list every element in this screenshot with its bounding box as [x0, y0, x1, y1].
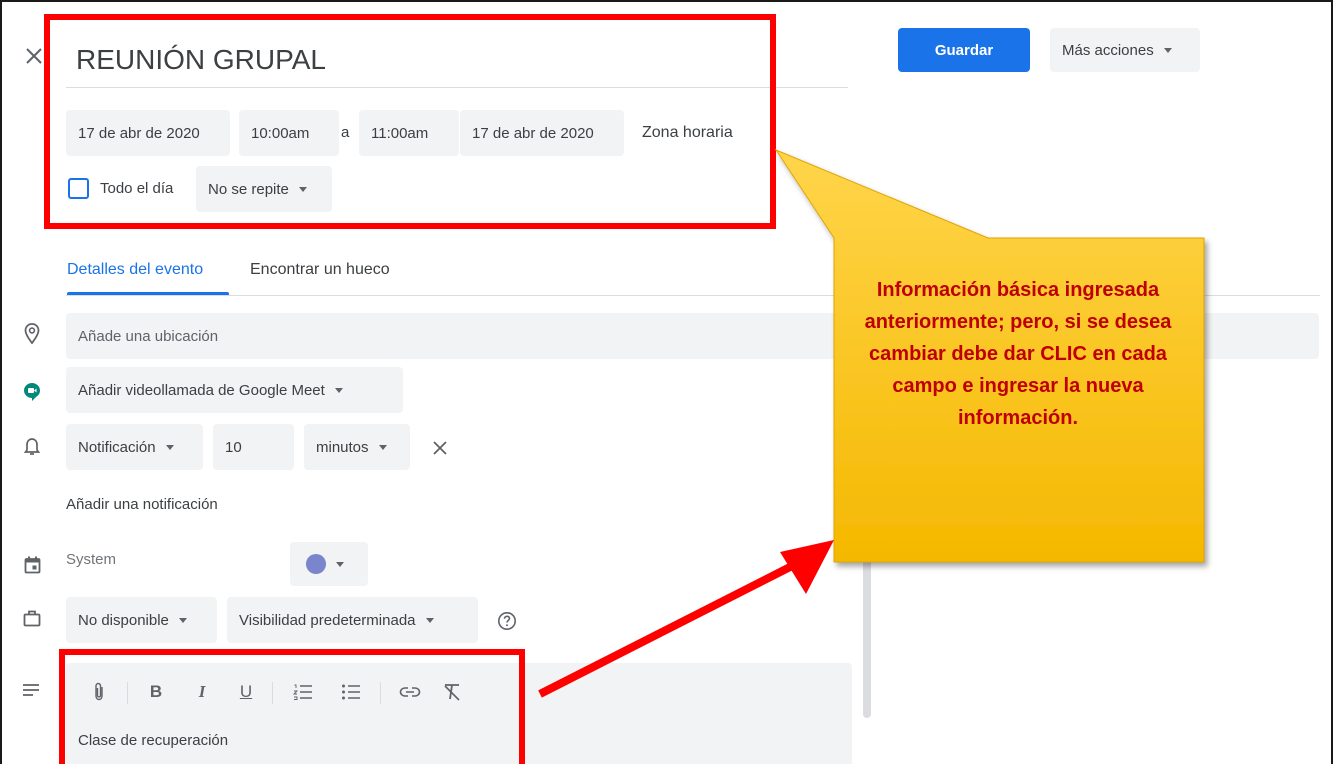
add-meet-dropdown[interactable]: Añadir videollamada de Google Meet [66, 367, 403, 413]
close-icon[interactable] [20, 42, 48, 70]
clear-format-icon[interactable] [440, 680, 464, 704]
event-title-text: REUNIÓN GRUPAL [76, 44, 326, 75]
availability-dropdown[interactable]: No disponible [66, 597, 217, 643]
google-meet-icon [20, 380, 44, 404]
to-label: a [341, 124, 350, 141]
description-text: Clase de recuperación [78, 732, 229, 749]
chevron-down-icon [165, 444, 174, 450]
calendar-color-dropdown[interactable] [290, 542, 368, 586]
all-day-checkbox[interactable] [68, 178, 89, 199]
attach-icon[interactable] [88, 680, 110, 704]
tab-find-slot[interactable]: Encontrar un hueco [250, 261, 390, 279]
help-icon[interactable] [495, 609, 519, 633]
calendar-color-dot [306, 554, 326, 574]
underline-icon[interactable]: U [236, 680, 256, 704]
italic-icon[interactable]: I [192, 680, 212, 704]
toolbar-separator [127, 682, 128, 704]
bell-icon [20, 434, 44, 460]
bulleted-list-icon[interactable] [340, 680, 362, 704]
repeat-dropdown[interactable]: No se repite [196, 166, 332, 212]
visibility-dropdown[interactable]: Visibilidad predeterminada [227, 597, 478, 643]
callout-text: Información básica ingresada anteriormen… [864, 279, 1172, 429]
start-date-field[interactable]: 17 de abr de 2020 [66, 110, 230, 156]
chevron-down-icon [334, 387, 343, 393]
numbered-list-icon[interactable] [292, 680, 314, 704]
event-title-input[interactable]: REUNIÓN GRUPAL [66, 36, 848, 88]
save-button[interactable]: Guardar [898, 28, 1030, 72]
chevron-down-icon [1163, 47, 1172, 53]
remove-notification-icon[interactable] [428, 436, 452, 460]
chevron-down-icon [336, 561, 344, 567]
location-pin-icon [20, 320, 44, 348]
end-time-field[interactable]: 11:00am [359, 110, 459, 156]
more-actions-button[interactable]: Más acciones [1050, 28, 1200, 72]
red-arrow [538, 540, 834, 698]
notification-value-input[interactable]: 10 [213, 424, 294, 470]
chevron-down-icon [378, 444, 387, 450]
calendar-name: System [66, 551, 117, 568]
briefcase-icon [20, 606, 44, 630]
chevron-down-icon [425, 617, 434, 623]
toolbar-separator [272, 682, 273, 704]
toolbar-separator [380, 682, 381, 704]
add-notification-link[interactable]: Añadir una notificación [66, 496, 218, 513]
bold-icon[interactable]: B [146, 680, 166, 704]
notification-type-dropdown[interactable]: Notificación [66, 424, 203, 470]
end-date-field[interactable]: 17 de abr de 2020 [460, 110, 624, 156]
notification-unit-dropdown[interactable]: minutos [304, 424, 410, 470]
link-icon[interactable] [398, 680, 422, 704]
chevron-down-icon [298, 186, 307, 192]
calendar-icon [20, 553, 44, 577]
description-icon [18, 678, 44, 702]
timezone-button[interactable]: Zona horaria [642, 124, 733, 142]
chevron-down-icon [178, 617, 187, 623]
all-day-label: Todo el día [100, 180, 174, 197]
tab-event-details[interactable]: Detalles del evento [67, 261, 203, 279]
start-time-field[interactable]: 10:00am [239, 110, 339, 156]
calendar-event-editor: REUNIÓN GRUPAL 17 de abr de 2020 10:00am… [0, 0, 1333, 764]
